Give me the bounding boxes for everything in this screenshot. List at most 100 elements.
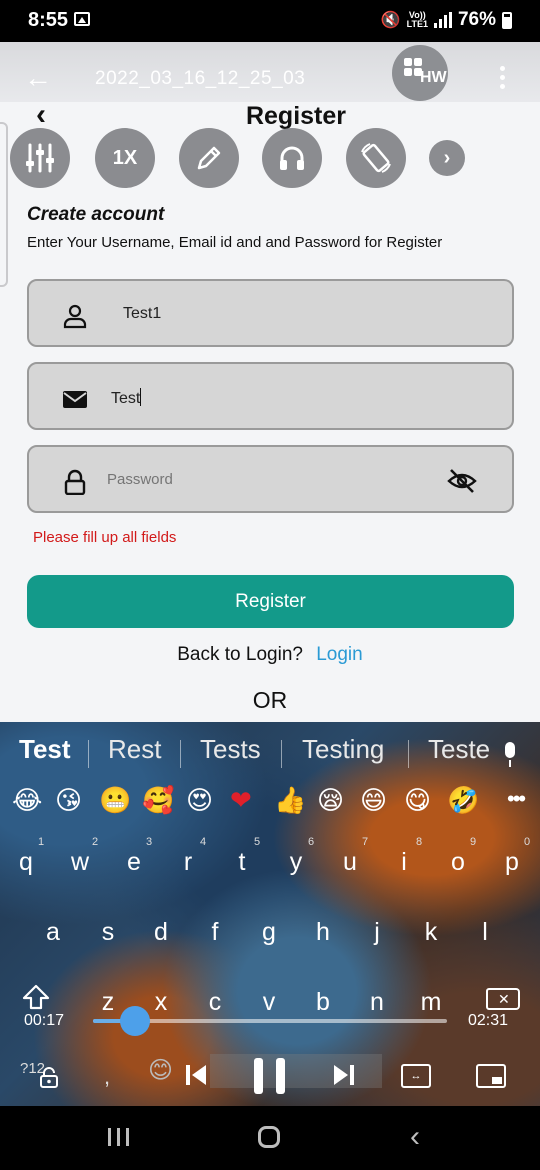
key-k[interactable]: k (411, 918, 451, 947)
emoji-key[interactable]: 🥰 (142, 786, 174, 816)
key-v[interactable]: v (249, 988, 289, 1017)
signal-icon (433, 12, 452, 28)
key-n[interactable]: n (357, 988, 397, 1017)
seek-thumb[interactable] (120, 1006, 151, 1036)
key-l[interactable]: l (465, 918, 505, 947)
backspace-key-icon[interactable] (486, 988, 520, 1010)
password-input[interactable] (107, 471, 407, 488)
create-account-subtitle: Enter Your Username, Email id and and Pa… (27, 234, 443, 251)
username-field[interactable]: Test1 (27, 279, 514, 347)
emoji-key[interactable]: 😬 (99, 786, 131, 816)
key-s[interactable]: s (88, 918, 128, 947)
key-m[interactable]: m (411, 988, 451, 1017)
key-g[interactable]: g (249, 918, 289, 947)
page-title: Register (245, 102, 347, 130)
edge-panel-handle[interactable] (0, 122, 8, 287)
key-w[interactable]: w (60, 848, 100, 877)
emoji-key[interactable]: 😂 (12, 786, 42, 816)
text-caret (140, 388, 142, 406)
suggestion-item[interactable]: Test (19, 734, 71, 765)
speed-label: 1X (112, 146, 138, 169)
suggestion-item[interactable]: Rest (108, 734, 161, 765)
player-back-arrow-icon[interactable]: ← (24, 64, 52, 92)
more-emoji-icon[interactable]: ••• (507, 786, 526, 812)
key-b[interactable]: b (303, 988, 343, 1017)
key-hint: 8 (416, 836, 423, 848)
nav-back-icon[interactable]: ‹ (410, 1120, 420, 1154)
emoji-key[interactable]: 😍 (186, 786, 213, 816)
aspect-ratio-icon[interactable]: ↔ (401, 1064, 431, 1088)
back-to-login-row: Back to Login? Login (0, 644, 540, 666)
playback-speed-button[interactable]: 1X (95, 128, 155, 188)
key-q[interactable]: q (6, 848, 46, 877)
register-button[interactable]: Register (27, 575, 514, 628)
hw-decoder-button[interactable]: HW (392, 45, 448, 101)
login-link[interactable]: Login (316, 644, 363, 665)
key-j[interactable]: j (357, 918, 397, 947)
video-file-title: 2022_03_16_12_25_03 (95, 68, 306, 89)
hw-label: HW (420, 69, 447, 86)
skip-next-icon[interactable] (331, 1062, 357, 1088)
key-c[interactable]: c (195, 988, 235, 1017)
comma-key[interactable]: , (104, 1064, 110, 1090)
key-u[interactable]: u (330, 848, 370, 877)
emoji-key[interactable]: 😘 (55, 786, 82, 816)
key-y[interactable]: y (276, 848, 316, 877)
suggestion-item[interactable]: Testing (302, 734, 384, 765)
email-icon (63, 391, 87, 408)
key-d[interactable]: d (141, 918, 181, 947)
key-o[interactable]: o (438, 848, 478, 877)
username-value: Test1 (123, 305, 162, 322)
skip-previous-icon[interactable] (183, 1062, 209, 1088)
more-controls-chevron-icon[interactable]: › (429, 140, 465, 176)
player-controls-row: 1X › (10, 128, 530, 188)
headphones-icon (280, 146, 304, 170)
emoji-key[interactable]: ❤ (230, 786, 252, 816)
key-hint: 7 (362, 836, 369, 848)
key-i[interactable]: i (384, 848, 424, 877)
key-h[interactable]: h (303, 918, 343, 947)
rotate-screen-button[interactable] (346, 128, 406, 188)
more-options-icon[interactable] (500, 66, 506, 90)
draw-button[interactable] (179, 128, 239, 188)
suggestion-item[interactable]: Teste (428, 734, 490, 765)
emoji-key[interactable]: 😋 (404, 786, 431, 816)
emoji-key[interactable]: 😄 (360, 786, 387, 816)
email-field[interactable]: Test (27, 362, 514, 430)
key-hint: 9 (470, 836, 477, 848)
pencil-icon (197, 146, 221, 170)
emoji-key[interactable]: 😪 (317, 786, 344, 816)
emoji-keyboard-key[interactable]: 😊 (148, 1056, 173, 1085)
key-hint: 6 (308, 836, 315, 848)
shift-key-icon[interactable] (22, 984, 50, 1010)
password-field[interactable] (27, 445, 514, 513)
audio-button[interactable] (262, 128, 322, 188)
suggestion-item[interactable]: Tests (200, 734, 261, 765)
battery-icon (502, 11, 512, 29)
key-hint: 2 (92, 836, 99, 848)
picture-in-picture-icon[interactable] (476, 1064, 506, 1088)
key-f[interactable]: f (195, 918, 235, 947)
register-screen: ‹ Register 1X › Create account Enter You… (0, 100, 540, 722)
emoji-key[interactable]: 👍 (274, 786, 306, 816)
screen-lock-icon[interactable] (38, 1066, 60, 1088)
back-to-login-text: Back to Login? (177, 644, 303, 665)
or-divider-text: OR (252, 687, 288, 713)
status-bar: 8:55 🔇 Vo)) LTE1 76% (0, 0, 540, 42)
equalizer-button[interactable] (10, 128, 70, 188)
key-a[interactable]: a (33, 918, 73, 947)
key-t[interactable]: t (222, 848, 262, 877)
hide-password-eye-icon[interactable] (447, 467, 477, 495)
recent-apps-icon[interactable] (108, 1128, 130, 1148)
microphone-icon[interactable] (503, 742, 517, 768)
home-icon[interactable] (258, 1126, 280, 1148)
screen-rotation-icon (361, 143, 391, 173)
suggestion-strip: Test Rest Tests Testing Teste (0, 730, 540, 770)
key-p[interactable]: p (492, 848, 532, 877)
pause-icon[interactable] (254, 1058, 286, 1094)
emoji-key[interactable]: 🤣 (447, 786, 479, 816)
equalizer-icon (26, 143, 54, 173)
keyboard: Test Rest Tests Testing Teste 😂 😘 😬 🥰 😍 … (0, 722, 540, 1106)
key-e[interactable]: e (114, 848, 154, 877)
key-r[interactable]: r (168, 848, 208, 877)
